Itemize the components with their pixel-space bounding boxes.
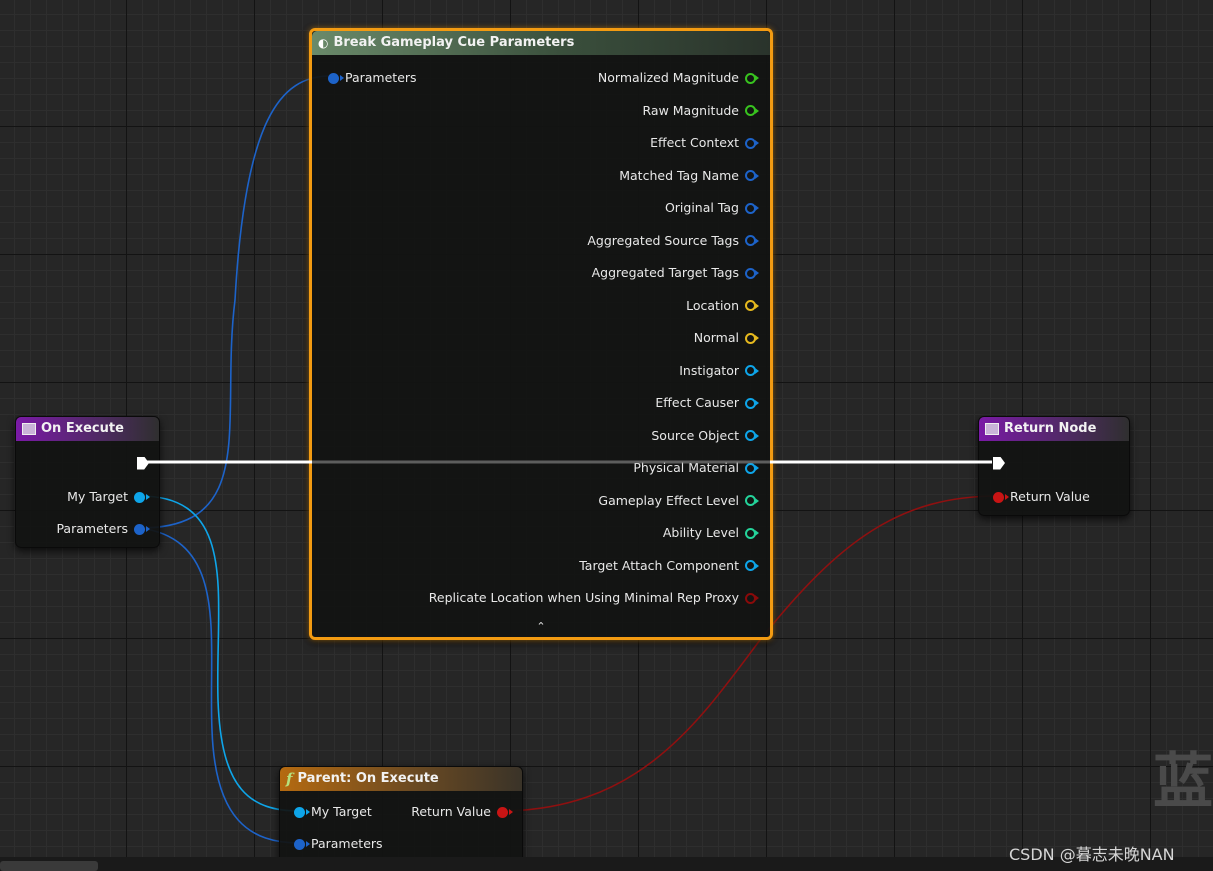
scrollbar-thumb[interactable]	[0, 861, 98, 871]
watermark-text: CSDN @暮志未晚NAN	[1009, 845, 1175, 864]
struct-pin-icon[interactable]	[745, 235, 759, 246]
object-pin-icon[interactable]	[745, 397, 759, 409]
vector-pin-icon[interactable]	[745, 300, 759, 311]
object-pin-icon[interactable]	[745, 560, 759, 571]
break-output-pin-row[interactable]: Ability Level	[662, 523, 759, 543]
break-output-pin-row[interactable]: Effect Context	[650, 133, 759, 153]
struct-pin-icon[interactable]	[745, 170, 759, 181]
pin-label: Effect Context	[650, 135, 739, 150]
pin-label: Location	[686, 297, 739, 313]
pin-label: Gameplay Effect Level	[598, 492, 739, 508]
on-execute-title: On Execute	[41, 421, 124, 436]
pin-label: Raw Magnitude	[642, 102, 740, 118]
parent-on-execute-node[interactable]: f Parent: On Execute My Target Parameter…	[279, 766, 523, 868]
break-node-title: Break Gameplay Cue Parameters	[333, 35, 575, 50]
break-output-pin-row[interactable]: Physical Material	[633, 458, 759, 478]
pin-label: Original Tag	[664, 200, 739, 215]
vector-pin-icon[interactable]	[745, 332, 759, 344]
float-pin-icon[interactable]	[745, 72, 759, 84]
pin-label: Matched Tag Name	[619, 167, 739, 183]
wire-parameters-to-parent	[139, 527, 301, 844]
break-output-pin-row[interactable]: Normal	[693, 328, 759, 348]
break-gameplay-cue-parameters-node[interactable]: ◐ Break Gameplay Cue Parameters Paramete…	[309, 28, 773, 640]
pin-label: Source Object	[651, 427, 739, 443]
pin-label: Normal	[693, 330, 739, 345]
bool-pin-icon[interactable]	[745, 592, 759, 604]
pin-label: Parameters	[345, 70, 417, 85]
struct-pin-icon[interactable]	[294, 838, 310, 850]
parent-node-title: Parent: On Execute	[297, 771, 439, 786]
break-output-pin-row[interactable]: Aggregated Target Tags	[591, 263, 759, 283]
break-output-pin-row[interactable]: Original Tag	[664, 198, 759, 218]
return-pin-icon[interactable]	[993, 491, 1009, 503]
float-pin-icon[interactable]	[745, 105, 759, 116]
parent-pin-parameters[interactable]: Parameters	[294, 834, 383, 854]
break-output-pin-row[interactable]: Instigator	[679, 361, 759, 381]
on-execute-exec-out[interactable]	[137, 453, 149, 473]
break-output-pin-row[interactable]: Source Object	[651, 426, 759, 446]
object-pin-icon[interactable]	[745, 462, 759, 474]
exec-input-pin[interactable]	[993, 456, 1005, 470]
break-output-pin-row[interactable]: Effect Causer	[655, 393, 759, 413]
break-output-pin-row[interactable]: Normalized Magnitude	[597, 68, 759, 88]
parent-pin-return-value[interactable]: Return Value	[411, 802, 513, 822]
struct-pin-icon[interactable]	[134, 523, 150, 535]
on-execute-pin-mytarget[interactable]: My Target	[67, 487, 150, 507]
break-struct-icon: ◐	[318, 36, 329, 50]
pin-label: Aggregated Source Tags	[587, 232, 739, 248]
pin-label: Replicate Location when Using Minimal Re…	[428, 590, 739, 605]
on-execute-node[interactable]: On Execute My Target Parameters	[15, 416, 160, 548]
struct-pin-icon[interactable]	[328, 72, 344, 84]
pin-label: Parameters	[56, 521, 128, 536]
int-pin-icon[interactable]	[745, 527, 759, 539]
return-node-exec-in[interactable]	[993, 453, 1005, 473]
event-icon	[22, 423, 36, 435]
pin-label: Parameters	[311, 836, 383, 851]
function-icon: f	[286, 770, 293, 788]
pin-label: My Target	[311, 804, 372, 819]
int-pin-icon[interactable]	[745, 495, 759, 506]
pin-label: Ability Level	[662, 525, 739, 540]
on-execute-header[interactable]: On Execute	[16, 417, 159, 441]
pin-label: Return Value	[411, 804, 491, 819]
parent-node-header[interactable]: f Parent: On Execute	[280, 767, 522, 791]
return-node[interactable]: Return Node Return Value	[978, 416, 1130, 516]
pin-label: Physical Material	[633, 460, 739, 475]
pin-label: Effect Causer	[655, 395, 739, 410]
watermark-glyph: 蓝	[1153, 747, 1213, 817]
pin-label: Normalized Magnitude	[597, 70, 739, 85]
pin-label: Return Value	[1010, 489, 1090, 504]
struct-pin-icon[interactable]	[745, 267, 759, 279]
pin-label: My Target	[67, 489, 128, 504]
break-output-pin-row[interactable]: Aggregated Source Tags	[587, 231, 759, 251]
break-output-pin-row[interactable]: Raw Magnitude	[642, 101, 759, 121]
break-output-pin-row[interactable]: Target Attach Component	[579, 556, 759, 576]
on-execute-pin-parameters[interactable]: Parameters	[56, 519, 150, 539]
break-output-pin-row[interactable]: Gameplay Effect Level	[598, 491, 759, 511]
chevron-up-icon[interactable]: ⌃	[533, 621, 549, 633]
object-pin-icon[interactable]	[745, 430, 759, 441]
break-input-parameters[interactable]: Parameters	[328, 68, 417, 88]
return-pin-icon[interactable]	[497, 806, 513, 818]
object-pin-icon[interactable]	[294, 806, 310, 818]
wire-mytarget-to-parent	[139, 495, 301, 812]
break-output-pin-row[interactable]: Matched Tag Name	[619, 166, 759, 186]
event-icon	[985, 423, 999, 435]
return-node-title: Return Node	[1004, 421, 1097, 436]
pin-label: Aggregated Target Tags	[591, 265, 739, 280]
break-output-pin-row[interactable]: Replicate Location when Using Minimal Re…	[428, 588, 759, 608]
return-node-pin-return-value[interactable]: Return Value	[993, 487, 1090, 507]
return-node-header[interactable]: Return Node	[979, 417, 1129, 441]
object-pin-icon[interactable]	[134, 491, 150, 503]
pin-label: Instigator	[679, 362, 739, 378]
break-output-pin-row[interactable]: Location	[686, 296, 759, 316]
break-node-header[interactable]: ◐ Break Gameplay Cue Parameters	[312, 31, 770, 55]
wire-parameters-to-break	[139, 75, 331, 529]
parent-pin-mytarget[interactable]: My Target	[294, 802, 372, 822]
exec-output-pin[interactable]	[137, 456, 149, 470]
struct-pin-icon[interactable]	[745, 137, 759, 149]
pin-label: Target Attach Component	[579, 557, 739, 573]
struct-pin-icon[interactable]	[745, 202, 759, 214]
object-pin-icon[interactable]	[745, 365, 759, 376]
